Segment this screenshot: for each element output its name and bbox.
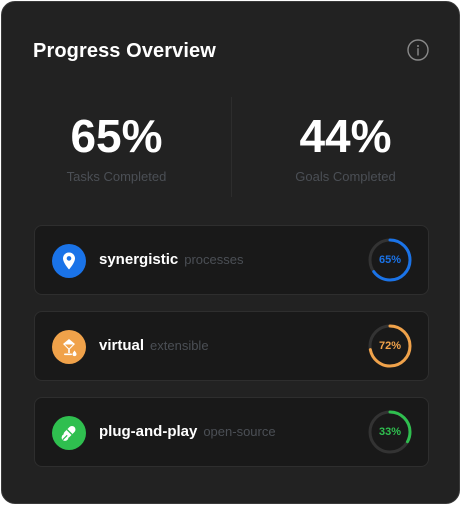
progress-ring: 65% <box>368 238 412 282</box>
item-name: plug-and-play <box>99 423 198 440</box>
item-subtitle: processes <box>184 252 244 267</box>
drop-bucket-icon <box>52 330 86 364</box>
progress-ring-label: 65% <box>378 254 402 266</box>
stat-value: 44% <box>299 110 392 162</box>
capsule-pills-icon <box>52 416 86 450</box>
item-subtitle: open-source <box>203 424 276 439</box>
progress-item[interactable]: virtual extensible 72% <box>34 311 429 381</box>
stats-row: 65% Tasks Completed 44% Goals Completed <box>2 97 461 197</box>
item-label: virtual extensible <box>99 337 209 354</box>
progress-ring-label: 72% <box>378 340 402 352</box>
info-icon[interactable] <box>407 39 429 61</box>
progress-item[interactable]: synergistic processes 65% <box>34 225 429 295</box>
progress-overview-card: Progress Overview 65% Tasks Completed 44… <box>1 1 460 504</box>
stat-value: 65% <box>70 110 163 162</box>
location-pin-icon <box>52 244 86 278</box>
progress-ring: 72% <box>368 324 412 368</box>
item-name: synergistic <box>99 251 179 268</box>
item-label: plug-and-play open-source <box>99 423 276 440</box>
progress-ring: 33% <box>368 410 412 454</box>
item-subtitle: extensible <box>150 338 209 353</box>
stat-goals: 44% Goals Completed <box>231 97 460 197</box>
stat-tasks: 65% Tasks Completed <box>2 97 231 197</box>
item-name: virtual <box>99 337 145 354</box>
item-label: synergistic processes <box>99 251 243 268</box>
card-title: Progress Overview <box>33 40 216 62</box>
progress-ring-label: 33% <box>378 426 402 438</box>
progress-item[interactable]: plug-and-play open-source 33% <box>34 397 429 467</box>
stat-label: Goals Completed <box>295 169 396 184</box>
stat-label: Tasks Completed <box>66 169 167 184</box>
